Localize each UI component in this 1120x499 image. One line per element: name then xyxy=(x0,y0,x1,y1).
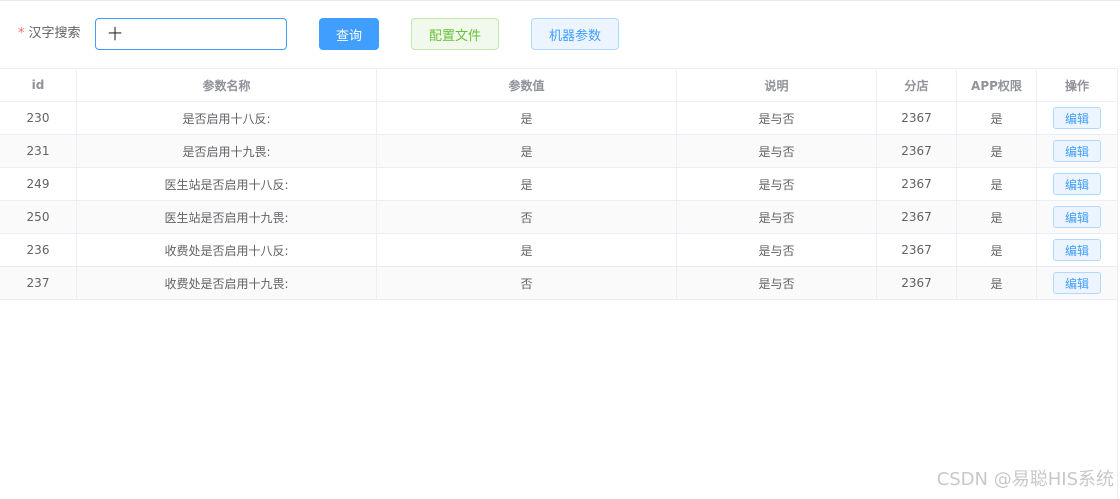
cell-store: 2367 xyxy=(877,267,957,299)
edit-button[interactable]: 编辑 xyxy=(1053,239,1101,261)
header-store: 分店 xyxy=(877,69,957,101)
edit-button[interactable]: 编辑 xyxy=(1053,206,1101,228)
table-row: 249 医生站是否启用十八反: 是 是与否 2367 是 编辑 xyxy=(0,168,1117,201)
cell-param-value: 否 xyxy=(377,201,677,233)
params-table: id 参数名称 参数值 说明 分店 APP权限 操作 230 是否启用十八反: … xyxy=(0,68,1118,300)
header-description: 说明 xyxy=(677,69,877,101)
cell-app-permission: 是 xyxy=(957,102,1037,134)
header-param-name: 参数名称 xyxy=(77,69,377,101)
cell-param-name: 是否启用十九畏: xyxy=(77,135,377,167)
table-row: 236 收费处是否启用十八反: 是 是与否 2367 是 编辑 xyxy=(0,234,1117,267)
cell-param-name: 医生站是否启用十八反: xyxy=(77,168,377,200)
cell-app-permission: 是 xyxy=(957,234,1037,266)
cell-param-value: 是 xyxy=(377,135,677,167)
cell-param-name: 收费处是否启用十八反: xyxy=(77,234,377,266)
config-file-button[interactable]: 配置文件 xyxy=(411,18,499,50)
cell-store: 2367 xyxy=(877,168,957,200)
edit-button[interactable]: 编辑 xyxy=(1053,272,1101,294)
edit-button[interactable]: 编辑 xyxy=(1053,140,1101,162)
cell-description: 是与否 xyxy=(677,234,877,266)
cell-actions: 编辑 xyxy=(1037,102,1117,134)
search-toolbar: *汉字搜索 查询 配置文件 机器参数 xyxy=(0,0,1120,68)
cell-id: 231 xyxy=(0,135,77,167)
table-row: 237 收费处是否启用十九畏: 否 是与否 2367 是 编辑 xyxy=(0,267,1117,300)
header-app-permission: APP权限 xyxy=(957,69,1037,101)
table-right-border xyxy=(1117,298,1118,499)
table-row: 231 是否启用十九畏: 是 是与否 2367 是 编辑 xyxy=(0,135,1117,168)
cell-id: 236 xyxy=(0,234,77,266)
search-input[interactable] xyxy=(95,18,287,50)
cell-id: 249 xyxy=(0,168,77,200)
cell-actions: 编辑 xyxy=(1037,234,1117,266)
cell-description: 是与否 xyxy=(677,102,877,134)
cell-id: 237 xyxy=(0,267,77,299)
cell-id: 230 xyxy=(0,102,77,134)
cell-description: 是与否 xyxy=(677,135,877,167)
query-button[interactable]: 查询 xyxy=(319,18,379,50)
cell-param-value: 否 xyxy=(377,267,677,299)
cell-app-permission: 是 xyxy=(957,168,1037,200)
cell-param-name: 收费处是否启用十九畏: xyxy=(77,267,377,299)
cell-description: 是与否 xyxy=(677,201,877,233)
cell-app-permission: 是 xyxy=(957,135,1037,167)
table-row: 250 医生站是否启用十九畏: 否 是与否 2367 是 编辑 xyxy=(0,201,1117,234)
required-mark: * xyxy=(18,26,25,41)
cell-id: 250 xyxy=(0,201,77,233)
header-id: id xyxy=(0,69,77,101)
cell-store: 2367 xyxy=(877,201,957,233)
cell-app-permission: 是 xyxy=(957,201,1037,233)
cell-store: 2367 xyxy=(877,135,957,167)
cell-param-name: 医生站是否启用十九畏: xyxy=(77,201,377,233)
cell-store: 2367 xyxy=(877,102,957,134)
header-param-value: 参数值 xyxy=(377,69,677,101)
cell-param-value: 是 xyxy=(377,102,677,134)
edit-button[interactable]: 编辑 xyxy=(1053,107,1101,129)
search-label: * 汉字搜索 xyxy=(18,25,81,43)
header-actions: 操作 xyxy=(1064,78,1089,93)
table-header-row: id 参数名称 参数值 说明 分店 APP权限 操作 xyxy=(0,69,1117,102)
search-label-text: 汉字搜索 xyxy=(28,26,81,41)
cell-description: 是与否 xyxy=(677,168,877,200)
cell-store: 2367 xyxy=(877,234,957,266)
cell-actions: 编辑 xyxy=(1037,201,1117,233)
table-row: 230 是否启用十八反: 是 是与否 2367 是 编辑 xyxy=(0,102,1117,135)
cell-param-value: 是 xyxy=(377,168,677,200)
cell-actions: 编辑 xyxy=(1037,168,1117,200)
cell-actions: 编辑 xyxy=(1037,135,1117,167)
cell-actions: 编辑 xyxy=(1037,267,1117,299)
machine-params-button[interactable]: 机器参数 xyxy=(531,18,619,50)
cell-param-name: 是否启用十八反: xyxy=(77,102,377,134)
edit-button[interactable]: 编辑 xyxy=(1053,173,1101,195)
page: *汉字搜索 查询 配置文件 机器参数 id 参数名称 参数值 说明 分店 APP… xyxy=(0,0,1120,499)
cell-description: 是与否 xyxy=(677,267,877,299)
cell-param-value: 是 xyxy=(377,234,677,266)
watermark: CSDN @易聪HIS系统 xyxy=(936,469,1114,490)
cell-app-permission: 是 xyxy=(957,267,1037,299)
